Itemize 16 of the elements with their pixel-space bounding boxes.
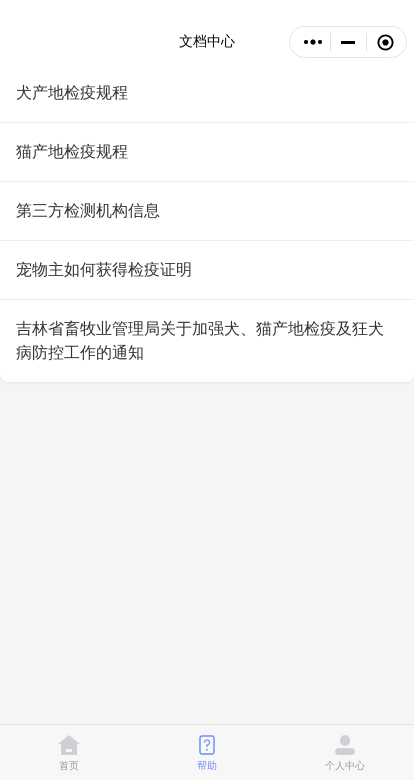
tab-label: 首页: [59, 761, 79, 773]
document-item[interactable]: 宠物主如何获得检疫证明: [0, 241, 414, 300]
page-title: 文档中心: [179, 33, 235, 52]
document-item[interactable]: 猫产地检疫规程: [0, 123, 414, 182]
capsule-menu[interactable]: [289, 26, 407, 58]
document-item[interactable]: 犬产地检疫规程: [0, 64, 414, 123]
close-icon[interactable]: [377, 34, 394, 50]
document-item[interactable]: 第三方检测机构信息: [0, 182, 414, 241]
tab-label: 个人中心: [325, 761, 365, 773]
document-item[interactable]: 吉林省畜牧业管理局关于加强犬、猫产地检疫及狂犬病防控工作的通知: [0, 300, 414, 382]
help-icon: [199, 735, 215, 755]
more-icon[interactable]: [304, 39, 322, 45]
user-icon: [335, 735, 355, 755]
tab-label: 帮助: [197, 761, 217, 773]
home-icon: [58, 735, 80, 755]
minimize-icon[interactable]: [341, 40, 355, 44]
